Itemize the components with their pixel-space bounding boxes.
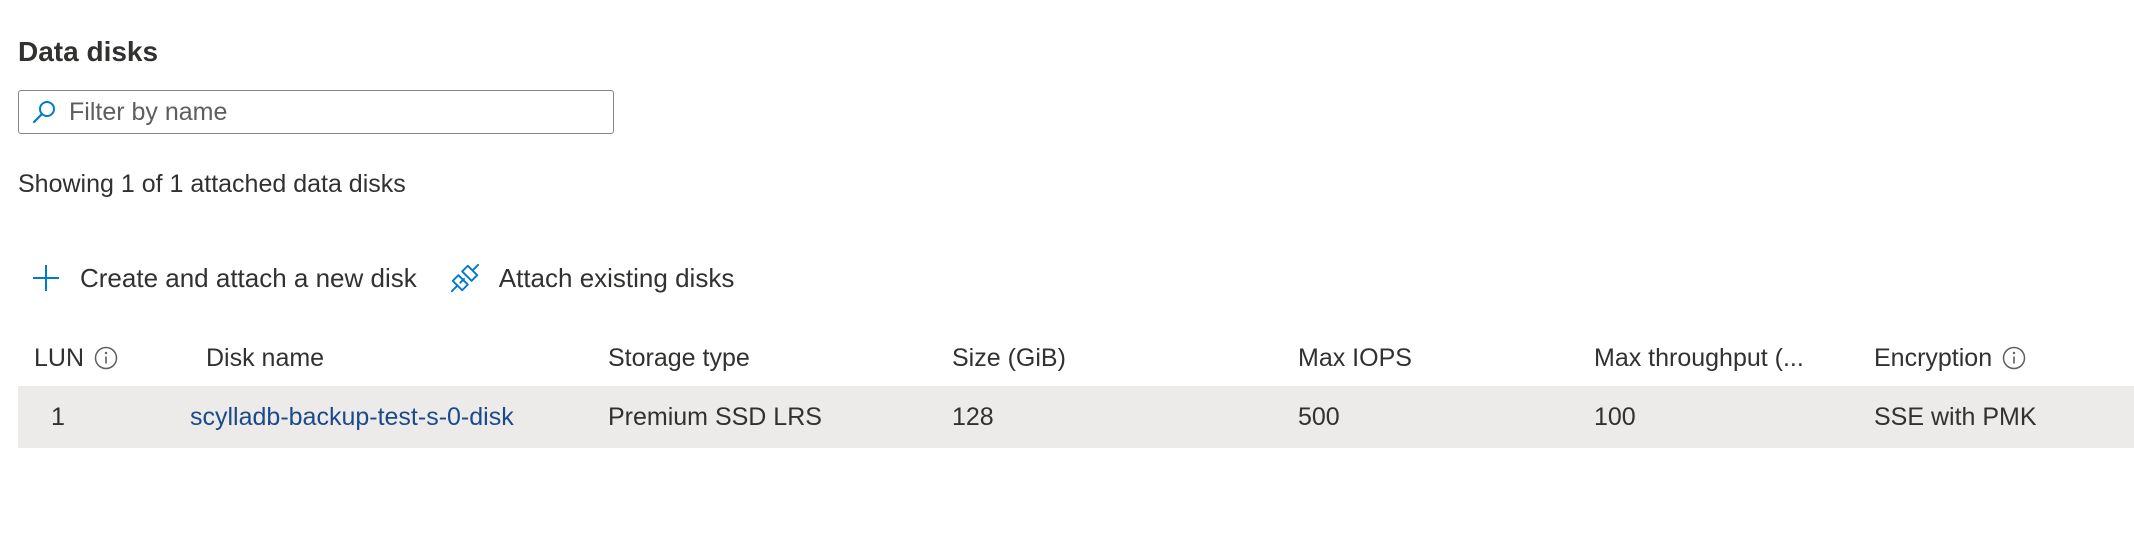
plus-icon xyxy=(30,262,62,294)
column-header-encryption[interactable]: Encryption xyxy=(1874,332,2026,384)
toolbar: Create and attach a new disk Attach exis… xyxy=(30,262,734,294)
filter-box[interactable] xyxy=(18,90,614,134)
column-header-lun[interactable]: LUN xyxy=(34,332,118,384)
cell-storage-type: Premium SSD LRS xyxy=(608,402,822,431)
column-header-size[interactable]: Size (GiB) xyxy=(952,332,1066,384)
search-icon xyxy=(31,99,57,125)
info-icon[interactable] xyxy=(2002,346,2026,370)
column-header-disk-name[interactable]: Disk name xyxy=(206,332,324,384)
info-icon[interactable] xyxy=(94,346,118,370)
column-header-storage-type[interactable]: Storage type xyxy=(608,332,750,384)
cell-max-iops: 500 xyxy=(1298,402,1340,431)
create-attach-disk-button[interactable]: Create and attach a new disk xyxy=(30,262,417,294)
column-header-max-throughput[interactable]: Max throughput (... xyxy=(1594,332,1804,384)
cell-max-throughput: 100 xyxy=(1594,402,1636,431)
column-header-max-iops[interactable]: Max IOPS xyxy=(1298,332,1412,384)
table-row[interactable]: 1 scylladb-backup-test-s-0-disk Premium … xyxy=(18,386,2134,448)
cell-size: 128 xyxy=(952,402,994,431)
column-header-encryption-label: Encryption xyxy=(1874,343,1993,372)
column-header-lun-label: LUN xyxy=(34,343,85,372)
filter-input[interactable] xyxy=(67,96,591,128)
disk-count-text: Showing 1 of 1 attached data disks xyxy=(18,170,406,198)
cell-encryption: SSE with PMK xyxy=(1874,402,2037,431)
attach-existing-disks-label: Attach existing disks xyxy=(498,262,735,293)
section-title: Data disks xyxy=(18,36,159,67)
attach-existing-disks-button[interactable]: Attach existing disks xyxy=(449,262,735,294)
cell-lun: 1 xyxy=(51,402,65,431)
create-attach-disk-label: Create and attach a new disk xyxy=(80,262,417,293)
disk-name-link[interactable]: scylladb-backup-test-s-0-disk xyxy=(190,386,514,448)
plug-icon xyxy=(449,262,481,294)
table-header: LUN Disk name Storage type Size (GiB) Ma… xyxy=(18,332,2134,384)
